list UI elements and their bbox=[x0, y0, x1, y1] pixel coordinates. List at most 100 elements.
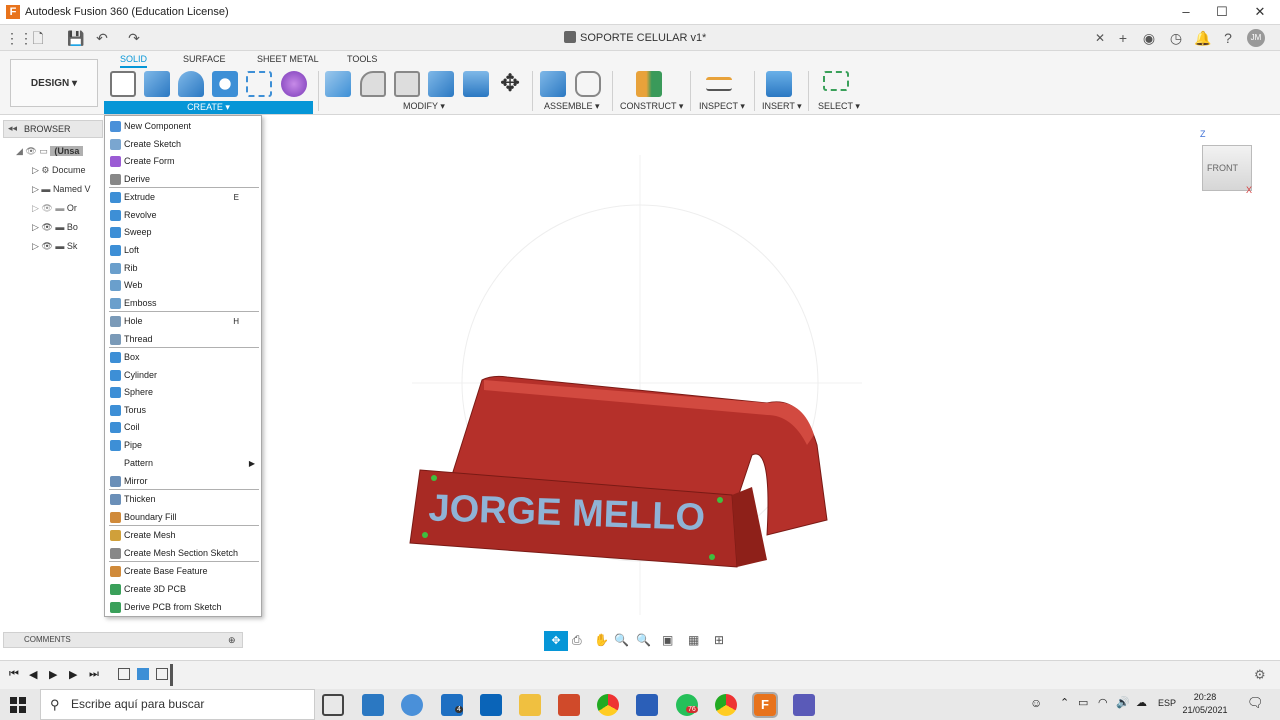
task-view-icon[interactable] bbox=[322, 694, 344, 716]
menu-item-sphere[interactable]: Sphere bbox=[105, 384, 261, 401]
timeline-settings-icon[interactable]: ⚙ bbox=[1254, 667, 1266, 683]
hole-tool-icon[interactable] bbox=[212, 71, 238, 97]
construct-group-label[interactable]: CONSTRUCT ▾ bbox=[620, 101, 683, 112]
shell-tool-icon[interactable] bbox=[463, 71, 489, 97]
app-grid-icon[interactable]: ⋮⋮ bbox=[5, 30, 33, 46]
menu-item-derive[interactable]: Derive bbox=[105, 171, 261, 188]
timeline-sketch-feature-icon[interactable] bbox=[156, 668, 168, 680]
step-forward-icon[interactable]: ▶ bbox=[69, 668, 77, 681]
combine-tool-icon[interactable] bbox=[428, 71, 454, 97]
menu-item-torus[interactable]: Torus bbox=[105, 402, 261, 419]
menu-item-rib[interactable]: Rib bbox=[105, 260, 261, 277]
measure-tool-icon[interactable] bbox=[706, 77, 732, 91]
viewports-icon[interactable]: ⊞ bbox=[714, 633, 724, 647]
menu-item-pattern[interactable]: Pattern ▶ bbox=[105, 455, 261, 472]
menu-item-sweep[interactable]: Sweep bbox=[105, 224, 261, 241]
menu-item-web[interactable]: Web bbox=[105, 277, 261, 294]
wifi-icon[interactable]: ◠ bbox=[1098, 696, 1108, 709]
browser-panel-header[interactable]: ◂◂ BROWSER bbox=[3, 120, 103, 138]
show-hidden-icons-icon[interactable]: ⌃ bbox=[1060, 696, 1069, 709]
timeline-marker[interactable] bbox=[170, 664, 173, 686]
menu-item-coil[interactable]: Coil bbox=[105, 419, 261, 436]
outlook-icon[interactable] bbox=[480, 694, 502, 716]
create-group-label[interactable]: CREATE ▾ bbox=[104, 101, 313, 114]
word-icon[interactable] bbox=[636, 694, 658, 716]
fit-icon[interactable]: 🔍 bbox=[636, 633, 651, 647]
close-tab-icon[interactable]: ✕ bbox=[1092, 30, 1108, 46]
menu-item-create-mesh-section-sketch[interactable]: Create Mesh Section Sketch bbox=[105, 545, 261, 562]
minimize-button[interactable]: – bbox=[1168, 2, 1204, 22]
sketch-point[interactable] bbox=[431, 475, 437, 481]
tab-tools[interactable]: TOOLS bbox=[347, 54, 377, 64]
taskbar-clock[interactable]: 20:28 21/05/2021 bbox=[1180, 691, 1230, 717]
extensions-icon[interactable]: ◉ bbox=[1141, 30, 1157, 46]
menu-item-emboss[interactable]: Emboss bbox=[105, 295, 261, 312]
notifications-icon[interactable]: 🔔 bbox=[1194, 30, 1211, 46]
job-status-icon[interactable]: ◷ bbox=[1168, 30, 1184, 46]
create-sketch-tool-icon[interactable] bbox=[110, 71, 136, 97]
calculator-icon[interactable] bbox=[362, 694, 384, 716]
tab-sheet-metal[interactable]: SHEET METAL bbox=[257, 54, 319, 64]
look-at-icon[interactable]: ⎙ bbox=[572, 633, 582, 648]
insert-image-tool-icon[interactable] bbox=[766, 71, 792, 97]
tree-row-document-settings[interactable]: ▷ ⚙ Docume bbox=[32, 161, 86, 179]
menu-item-create-sketch[interactable]: Create Sketch bbox=[105, 136, 261, 153]
tree-row-bodies[interactable]: ▷ 👁 ▬ Bo bbox=[32, 218, 78, 236]
menu-item-hole[interactable]: Hole H bbox=[105, 313, 261, 330]
windows-start-icon[interactable] bbox=[10, 697, 26, 713]
mail-icon[interactable]: 4 bbox=[441, 694, 463, 716]
workspace-switcher[interactable]: DESIGN ▾ bbox=[10, 59, 98, 107]
menu-item-cylinder[interactable]: Cylinder bbox=[105, 367, 261, 384]
chrome-profile-icon[interactable] bbox=[715, 694, 737, 716]
pan-icon[interactable]: ✋ bbox=[594, 633, 609, 647]
menu-item-box[interactable]: Box bbox=[105, 349, 261, 366]
grid-settings-icon[interactable]: ▦ bbox=[688, 633, 699, 647]
sketch-point[interactable] bbox=[717, 497, 723, 503]
menu-item-create-form[interactable]: Create Form bbox=[105, 153, 261, 170]
timeline-extrude-feature-icon[interactable] bbox=[137, 668, 149, 680]
tree-row-root[interactable]: ◢ 👁 ▭ (Unsa bbox=[16, 142, 84, 160]
orbit-icon[interactable]: ✥ bbox=[544, 631, 568, 651]
display-settings-icon[interactable]: ▣ bbox=[662, 633, 673, 647]
chamfer-tool-icon[interactable] bbox=[394, 71, 420, 97]
save-icon[interactable]: 💾 bbox=[67, 30, 84, 46]
move-tool-icon[interactable]: ✥ bbox=[497, 71, 523, 97]
menu-item-loft[interactable]: Loft bbox=[105, 242, 261, 259]
comments-panel[interactable]: COMMENTS ⊕ bbox=[3, 632, 243, 648]
play-icon[interactable]: ▶ bbox=[49, 668, 57, 681]
weather-app-icon[interactable] bbox=[401, 694, 423, 716]
model-render[interactable]: JORGE MELLO bbox=[262, 115, 1280, 655]
create-form-tool-icon[interactable] bbox=[281, 71, 307, 97]
inspect-group-label[interactable]: INSPECT ▾ bbox=[699, 101, 745, 112]
user-avatar[interactable]: JM bbox=[1247, 29, 1265, 47]
battery-icon[interactable]: ▭ bbox=[1078, 696, 1088, 709]
select-group-label[interactable]: SELECT ▾ bbox=[818, 101, 860, 112]
redo-icon[interactable]: ↷ bbox=[126, 30, 142, 46]
help-icon[interactable]: ? bbox=[1220, 30, 1236, 46]
menu-item-boundary-fill[interactable]: Boundary Fill bbox=[105, 509, 261, 526]
step-back-icon[interactable]: ◀ bbox=[29, 668, 37, 681]
menu-item-pipe[interactable]: Pipe bbox=[105, 437, 261, 454]
new-tab-icon[interactable]: + bbox=[1115, 30, 1131, 46]
tab-solid[interactable]: SOLID bbox=[120, 54, 148, 68]
collapse-browser-icon[interactable]: ◂◂ bbox=[8, 123, 17, 134]
select-tool-icon[interactable] bbox=[823, 71, 849, 91]
notification-center-icon[interactable]: 🗨 bbox=[1247, 695, 1264, 711]
onedrive-icon[interactable]: ☁ bbox=[1136, 696, 1147, 709]
assemble-group-label[interactable]: ASSEMBLE ▾ bbox=[544, 101, 600, 112]
close-window-button[interactable]: ✕ bbox=[1242, 2, 1278, 22]
add-comment-icon[interactable]: ⊕ bbox=[228, 633, 236, 647]
sketch-point[interactable] bbox=[709, 554, 715, 560]
joint-tool-icon[interactable] bbox=[575, 71, 601, 97]
canvas-viewport[interactable]: JORGE MELLO FRONT Z X bbox=[262, 115, 1280, 655]
insert-group-label[interactable]: INSERT ▾ bbox=[762, 101, 802, 112]
zoom-icon[interactable]: 🔍 bbox=[614, 633, 629, 647]
pattern-tool-icon[interactable] bbox=[246, 71, 272, 97]
tab-surface[interactable]: SURFACE bbox=[183, 54, 226, 64]
menu-item-thicken[interactable]: Thicken bbox=[105, 491, 261, 508]
press-pull-tool-icon[interactable] bbox=[325, 71, 351, 97]
tree-row-origin[interactable]: ▷ 👁 ▬ Or bbox=[32, 199, 77, 217]
chrome-icon[interactable] bbox=[597, 694, 619, 716]
new-component-tool-icon[interactable] bbox=[540, 71, 566, 97]
powerpoint-icon[interactable] bbox=[558, 694, 580, 716]
